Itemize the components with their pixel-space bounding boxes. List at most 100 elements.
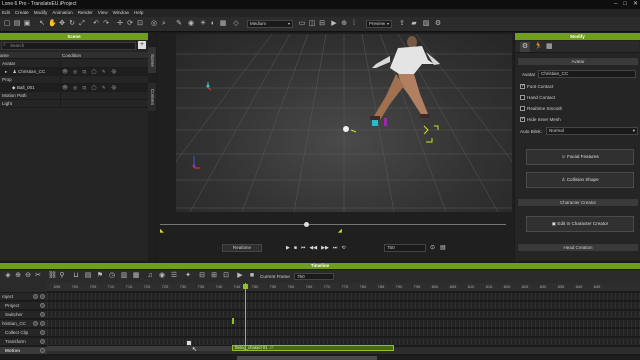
section-character-creator[interactable]: Character Creator: [518, 199, 638, 206]
menu-create[interactable]: Create: [15, 9, 29, 17]
checkbox[interactable]: [520, 83, 525, 90]
tab-scene[interactable]: Scene: [148, 47, 156, 73]
timeline-chart-icon[interactable]: ▥: [120, 272, 128, 280]
hand-icon[interactable]: ✋: [48, 20, 57, 28]
facial-features-button[interactable]: ☺ Facial Features: [526, 149, 634, 165]
wireframe-icon[interactable]: ◇: [232, 20, 240, 28]
track-visibility-icon[interactable]: [40, 312, 45, 317]
keyframe-marker[interactable]: [232, 318, 234, 324]
menu-render[interactable]: Render: [78, 9, 93, 17]
fit-icon[interactable]: ⊙: [430, 244, 435, 252]
image-icon[interactable]: ▨: [422, 20, 430, 28]
track-row[interactable]: [47, 329, 640, 337]
menu-animation[interactable]: Animation: [52, 9, 72, 17]
shading-icon[interactable]: ◐: [209, 20, 217, 28]
quality-select[interactable]: Medium ▾: [247, 20, 293, 28]
timeline-magnet-icon[interactable]: ⊔: [72, 272, 80, 280]
play-preview-icon[interactable]: ▶: [330, 20, 338, 28]
grid-icon[interactable]: ▦: [219, 20, 227, 28]
timeline-fit-icon[interactable]: ⊡: [222, 272, 230, 280]
checkbox[interactable]: [520, 116, 525, 123]
ball-gizmo[interactable]: [372, 120, 378, 126]
3d-viewport[interactable]: [176, 34, 512, 212]
tree-row-ball[interactable]: ◆ Ball_001 👁 ◎ ⊡ ◯ ✎ ⚙: [0, 84, 148, 92]
track-visibility-icon[interactable]: [33, 294, 38, 299]
preview-select[interactable]: Preview ▾: [366, 20, 392, 28]
section-head-creation[interactable]: Head Creation: [518, 244, 638, 251]
track-visibility-icon[interactable]: [40, 339, 45, 344]
timeline-fx-icon[interactable]: ✦: [184, 272, 192, 280]
timeline-add-icon[interactable]: ⊕: [14, 272, 22, 280]
range-end-marker[interactable]: ◢: [338, 228, 342, 234]
tab-content[interactable]: Content: [148, 83, 156, 111]
motion-clip[interactable]: Being_chased 01 ⁄ ⁄: [232, 345, 394, 351]
timeline-layers-icon[interactable]: ▤: [84, 272, 92, 280]
track-row[interactable]: [47, 320, 640, 328]
select-icon[interactable]: ↖: [38, 20, 46, 28]
track-visibility-icon[interactable]: [40, 348, 45, 353]
timeline-sound-icon[interactable]: ♫: [146, 272, 154, 280]
timeline-grid-icon[interactable]: ▦: [132, 272, 140, 280]
timeline-scrollbar[interactable]: [47, 356, 640, 360]
open-folder-icon[interactable]: ▤: [13, 20, 21, 28]
ball-prop[interactable]: [343, 126, 349, 132]
track-lock-icon[interactable]: [40, 321, 45, 326]
new-file-icon[interactable]: ▢: [3, 20, 11, 28]
camera-icon[interactable]: ◎: [150, 20, 158, 28]
timeline-scrollbar-thumb[interactable]: [237, 356, 377, 360]
timeline-key-icon[interactable]: ◈: [4, 272, 12, 280]
track-row[interactable]: [47, 311, 640, 319]
timeline-playhead[interactable]: [245, 283, 246, 351]
physics-icon[interactable]: ⊕: [340, 20, 348, 28]
track-label-project-root[interactable]: roject: [0, 293, 47, 301]
timeline-link-icon[interactable]: ⛓: [48, 272, 57, 280]
tree-row-avatar[interactable]: Avatar: [0, 60, 148, 68]
playhead-handle[interactable]: [243, 284, 248, 289]
undo-icon[interactable]: ↶: [92, 20, 100, 28]
save-icon[interactable]: ▣: [23, 20, 31, 28]
track-visibility-icon[interactable]: [33, 321, 38, 326]
tree-row-christian[interactable]: ▸ ♟ Christian_CC 👁 ◎ ⊡ ◯ ✎ ⚙: [0, 68, 148, 76]
scale-icon[interactable]: ⤢: [78, 20, 86, 28]
track-visibility-icon[interactable]: [40, 330, 45, 335]
render-icon[interactable]: ▭: [298, 20, 306, 28]
gear-icon[interactable]: ⚙: [520, 42, 530, 52]
column-condition[interactable]: Condition: [62, 52, 81, 59]
timeline-filter-icon[interactable]: ⚲: [58, 272, 66, 280]
menu-edit[interactable]: Edit: [2, 9, 10, 17]
timeline-stop-icon[interactable]: ■: [248, 272, 256, 280]
lock-icon[interactable]: ⊟: [318, 20, 326, 28]
track-lock-icon[interactable]: [40, 294, 45, 299]
track-label-project[interactable]: Project: [0, 302, 47, 310]
search-input[interactable]: Search: [1, 42, 136, 50]
menu-modify[interactable]: Modify: [34, 9, 48, 17]
timeline-ruler[interactable]: 695 700 705 710 715 720 725 730 735 740 …: [47, 283, 640, 292]
tree-row-light[interactable]: Light: [0, 100, 148, 108]
track-label-christian[interactable]: hristian_CC: [0, 320, 47, 328]
add-icon[interactable]: +: [138, 41, 146, 49]
realtime-smooth-checkbox[interactable]: Realtime Smooth: [520, 106, 562, 112]
track-row[interactable]: [47, 293, 640, 301]
track-label-transform[interactable]: Transform: [0, 338, 47, 346]
viewport-scrubber-handle[interactable]: [304, 222, 309, 227]
frame-input[interactable]: 750: [384, 244, 426, 252]
track-label-motion[interactable]: Motion: [0, 347, 47, 355]
close-button[interactable]: ✕: [633, 0, 638, 9]
collision-shape-button[interactable]: ♙ Collision Shape: [526, 172, 634, 188]
stop-icon[interactable]: ■: [294, 244, 297, 252]
track-row[interactable]: [47, 302, 640, 310]
maximize-button[interactable]: □: [623, 0, 627, 9]
timeline-camera-icon[interactable]: ◉: [158, 272, 166, 280]
current-frame-input[interactable]: 750: [294, 273, 334, 280]
expand-icon[interactable]: ▸: [2, 69, 7, 74]
last-frame-icon[interactable]: ⏭: [333, 244, 338, 252]
checkbox[interactable]: [520, 95, 525, 101]
redo-icon[interactable]: ↷: [102, 20, 110, 28]
video-icon[interactable]: ▰: [410, 20, 418, 28]
checker-icon[interactable]: ▦: [546, 42, 553, 52]
light-icon[interactable]: ☀: [199, 20, 207, 28]
realtime-button[interactable]: Realtime: [222, 244, 262, 252]
menu-help[interactable]: Help: [134, 9, 143, 17]
minimize-button[interactable]: –: [614, 0, 617, 9]
timeline-list-icon[interactable]: ☰: [170, 272, 178, 280]
